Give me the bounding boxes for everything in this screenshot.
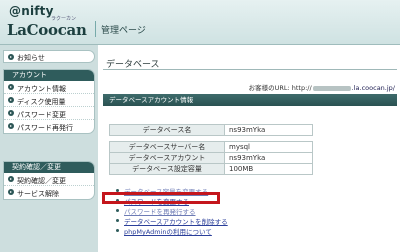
sidebar-item-label: パスワード変更	[17, 110, 66, 119]
sidebar-item-label: パスワード再発行	[17, 123, 73, 132]
highlight-box	[102, 192, 220, 204]
sidebar-item-password-reissue[interactable]: パスワード再発行	[4, 120, 94, 133]
sidebar-item-cancel-service[interactable]: サービス解除	[4, 186, 94, 199]
main-content: データベース お客様のURL: http://.la.coocan.jp/ デー…	[98, 45, 400, 252]
sidebar-item-contract[interactable]: 契約確認／変更	[4, 173, 94, 186]
table-row: データベースサーバー名 mysql	[109, 141, 313, 153]
sidebar-item-disk-usage[interactable]: ディスク使用量	[4, 94, 94, 107]
table-value: mysql	[224, 141, 313, 153]
bullet-icon	[116, 229, 119, 232]
sidebar-item-label: サービス解除	[17, 189, 59, 198]
delete-account-link[interactable]: データベースアカウントを削除する	[124, 216, 228, 226]
database-name-table: データベース名 ns93mYka	[109, 124, 313, 136]
arrow-bullet-icon	[8, 97, 14, 103]
table-value: ns93mYka	[224, 124, 313, 136]
brand-name: LaCoocan	[7, 21, 87, 39]
url-label: お客様のURL: http://	[248, 84, 312, 92]
customer-url: お客様のURL: http:// .la.coocan.jp/	[249, 82, 395, 92]
sidebar-section-heading: 契約確認／変更	[4, 162, 94, 173]
arrow-bullet-icon	[8, 123, 14, 129]
sidebar: お知らせ アカウント アカウント情報 ディスク使用量 パスワード変更 パスワード…	[0, 45, 98, 252]
sidebar-item-account-info[interactable]: アカウント情報	[4, 81, 94, 94]
sidebar-section-account: アカウント アカウント情報 ディスク使用量 パスワード変更 パスワード再発行	[3, 69, 95, 134]
arrow-bullet-icon	[8, 176, 14, 182]
table-row: データベース設定容量 100MB	[109, 163, 313, 175]
brand-kana: ラクーカン	[51, 16, 77, 22]
table-key: データベース設定容量	[109, 163, 225, 175]
table-row: データベース名 ns93mYka	[109, 124, 313, 136]
nifty-logo[interactable]: @nifty	[9, 4, 54, 18]
sidebar-item-label: お知らせ	[17, 54, 45, 62]
bullet-icon	[116, 209, 119, 212]
section-heading: データベースアカウント情報	[103, 94, 397, 106]
arrow-bullet-icon	[8, 54, 14, 60]
reissue-password-link[interactable]: パスワードを再発行する	[124, 206, 196, 216]
table-value: ns93mYka	[224, 152, 313, 164]
bullet-icon	[116, 219, 119, 222]
table-key: データベース名	[109, 124, 225, 136]
table-value: 100MB	[224, 163, 313, 175]
table-key: データベースサーバー名	[109, 141, 225, 153]
database-account-table: データベースサーバー名 mysql データベースアカウント ns93mYka デ…	[109, 141, 313, 175]
sidebar-item-password-change[interactable]: パスワード変更	[4, 107, 94, 120]
title-divider	[103, 69, 397, 70]
sidebar-section-contract: 契約確認／変更 契約確認／変更 サービス解除	[3, 161, 95, 200]
table-key: データベースアカウント	[109, 152, 225, 164]
arrow-bullet-icon	[8, 110, 14, 116]
header-divider	[95, 21, 96, 37]
arrow-bullet-icon	[8, 84, 14, 90]
page-header-title: 管理ページ	[101, 26, 146, 36]
sidebar-item-news[interactable]: お知らせ	[3, 50, 95, 63]
url-suffix: .la.coocan.jp/	[351, 84, 395, 92]
redacted-username	[312, 85, 351, 91]
sidebar-item-label: アカウント情報	[17, 84, 66, 93]
header: @nifty LaCoocan ラクーカン 管理ページ	[0, 0, 400, 45]
sidebar-item-label: ディスク使用量	[17, 97, 66, 106]
phpmyadmin-link[interactable]: phpMyAdminの利用について	[124, 226, 212, 236]
table-row: データベースアカウント ns93mYka	[109, 152, 313, 164]
sidebar-section-heading: アカウント	[4, 70, 94, 81]
arrow-bullet-icon	[8, 189, 14, 195]
sidebar-item-label: 契約確認／変更	[17, 176, 66, 185]
